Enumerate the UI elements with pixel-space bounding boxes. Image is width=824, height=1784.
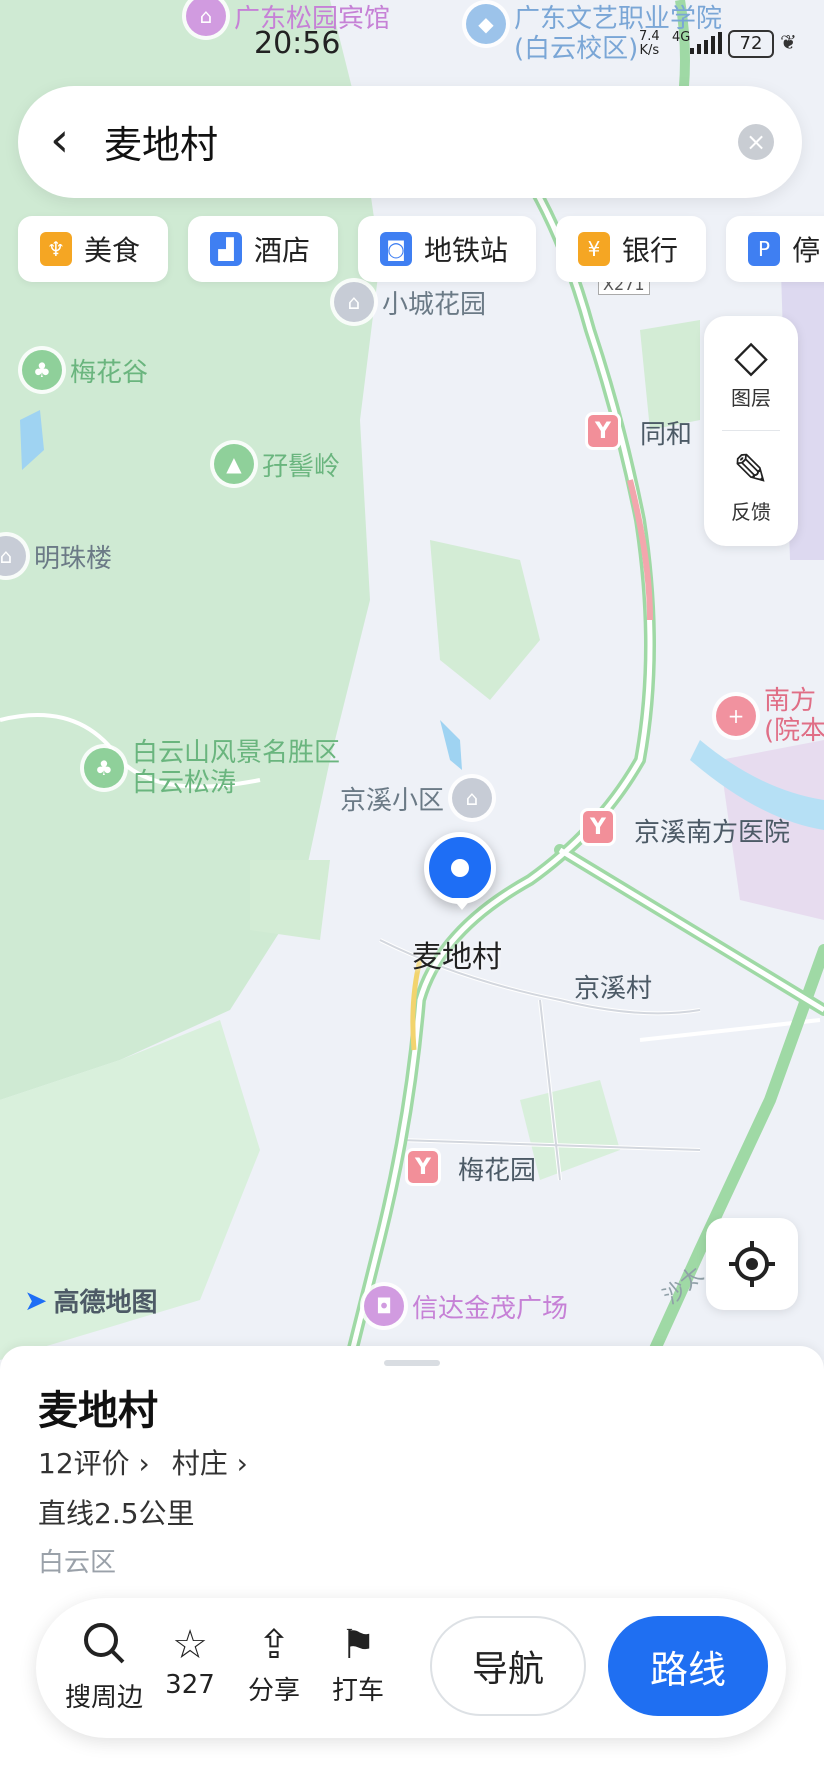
search-input[interactable]: 麦地村 [104,114,218,169]
pen-icon: ✎ [732,445,770,496]
locate-button[interactable] [706,1218,798,1310]
chip-subway[interactable]: ◙ 地铁站 [358,216,537,282]
place-meta: 12评价 › 村庄 › [38,1442,248,1482]
map-canvas[interactable]: ⌂ 广东松园宾馆 ◆ 广东文艺职业学院 (白云校区) ⌂ 小城花园 ♣ 梅花谷 ▲ 孖髻岭 … [0,0,824,1360]
route-button[interactable]: 路线 [608,1616,768,1716]
share-icon: ⇪ [257,1622,291,1668]
eco-leaf-icon: ❦ [780,30,797,54]
metro-label-meihuayuan: 梅花园 [458,1156,537,1186]
marker-tip [452,898,472,910]
star-icon: ☆ [172,1622,208,1668]
search-bar[interactable]: ‹ 麦地村 × [18,86,802,198]
mountain-icon: ▲ [214,444,254,484]
bank-icon: ¥ [578,232,611,266]
share-button[interactable]: ⇪ 分享 [234,1620,314,1707]
poi-jingxi-community[interactable]: ⌂ 京溪小区 [340,778,493,818]
village-label-jingxi: 京溪村 [574,974,653,1004]
shopping-bag-icon: ◘ [364,1286,404,1326]
building-icon: ⌂ [0,536,26,576]
poi-baiyunshan[interactable]: ♣ 白云山风景名胜区 白云松涛 [84,738,340,798]
taxi-flag-icon: ⚑ [340,1622,376,1668]
navigate-button[interactable]: 导航 [430,1616,586,1716]
favorite-button[interactable]: ☆ 327 [150,1620,230,1700]
metro-icon[interactable]: Y [580,808,616,846]
subway-icon: ◙ [380,232,413,266]
fork-knife-icon: ♆ [40,232,72,266]
layers-icon: ◇ [734,331,768,382]
hospital-icon: + [716,696,756,736]
taxi-button[interactable]: ⚑ 打车 [318,1620,398,1707]
map-brand: ➤ 高德地图 [24,1284,158,1318]
residential-icon: ⌂ [334,282,374,322]
status-bar: 20:56 7.4 K/s 4G 72 ❦ [0,0,824,80]
place-district: 白云区 [38,1548,117,1578]
divider [722,430,780,431]
action-bar: 搜周边 ☆ 327 ⇪ 分享 ⚑ 打车 导航 路线 [36,1598,786,1738]
park-icon: ♣ [22,350,62,390]
poi-mingzhu[interactable]: ⌂ 明珠楼 [0,536,112,576]
signal-icon [690,32,722,54]
location-marker[interactable] [424,832,496,904]
metro-icon[interactable]: Y [405,1148,441,1186]
network-type: 4G [672,30,691,45]
residential-icon: ⌂ [452,778,493,818]
category-chips: ♆ 美食 ▟ 酒店 ◙ 地铁站 ¥ 银行 P停 [18,216,824,282]
chip-bank[interactable]: ¥ 银行 [556,216,707,282]
park-icon: ♣ [84,748,124,788]
chip-parking[interactable]: P停 [726,216,824,282]
poi-hospital[interactable]: + 南方 (院本 [716,686,824,746]
hotel-icon: ▟ [210,232,243,266]
poi-mountain[interactable]: ▲ 孖髻岭 [214,444,340,484]
metro-label-tonghe: 同和 [640,420,693,450]
navigation-arrow-icon: ➤ [24,1284,48,1317]
place-title: 麦地村 [38,1388,158,1434]
clock: 20:56 [254,26,341,61]
search-icon [84,1623,125,1664]
marker-label: 麦地村 [412,940,502,975]
battery-icon: 72 [728,30,774,58]
reviews-link[interactable]: 12评价 › [38,1442,150,1482]
metro-label-jingxi: 京溪南方医院 [634,818,791,848]
drag-handle[interactable] [384,1360,440,1366]
parking-icon: P [748,232,781,266]
network-speed: 7.4 K/s [639,29,660,58]
feedback-button[interactable]: ✎ 反馈 [704,446,798,525]
category-link[interactable]: 村庄 › [172,1442,248,1482]
poi-meihuagu[interactable]: ♣ 梅花谷 [22,350,148,390]
chip-food[interactable]: ♆ 美食 [18,216,169,282]
metro-icon[interactable]: Y [585,412,621,450]
map-tools-panel: ◇ 图层 ✎ 反馈 [704,316,798,546]
back-icon[interactable]: ‹ [50,110,69,170]
place-distance: 直线2.5公里 [38,1497,195,1530]
poi-xiaocheng[interactable]: ⌂ 小城花园 [334,282,486,322]
poi-mall[interactable]: ◘ 信达金茂广场 [364,1286,568,1326]
chip-hotel[interactable]: ▟ 酒店 [188,216,339,282]
crosshair-icon [729,1241,775,1287]
clear-icon[interactable]: × [738,124,774,160]
nearby-button[interactable]: 搜周边 [64,1620,144,1714]
layers-button[interactable]: ◇ 图层 [704,332,798,411]
